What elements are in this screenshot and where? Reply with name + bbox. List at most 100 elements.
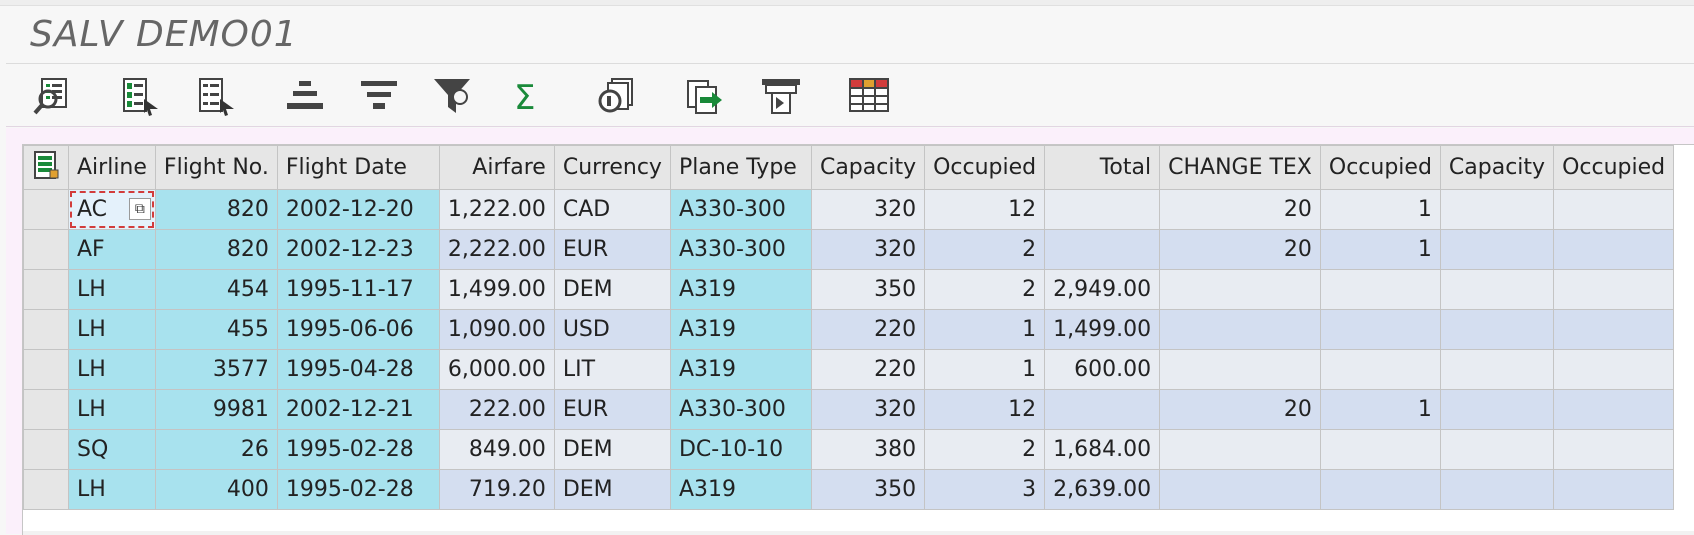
table-cell[interactable]: A330-300 (669, 229, 812, 270)
column-header-occupied-12[interactable]: Occupied (1553, 145, 1675, 190)
table-cell[interactable]: 320 (810, 189, 926, 230)
table-cell[interactable] (1553, 309, 1675, 350)
table-cell[interactable]: 1995-06-06 (276, 309, 440, 350)
table-cell[interactable] (1319, 469, 1441, 510)
table-cell[interactable] (1439, 189, 1555, 230)
print-preview-button[interactable] (596, 73, 642, 119)
filter-list-button[interactable] (356, 73, 402, 119)
table-cell[interactable]: 20 (1159, 189, 1321, 230)
table-cell[interactable]: 12 (924, 389, 1046, 430)
table-cell[interactable] (1319, 429, 1441, 470)
table-cell[interactable]: 1995-04-28 (276, 349, 440, 390)
sum-button[interactable]: Σ (504, 73, 550, 119)
table-cell[interactable]: CAD (553, 189, 671, 230)
table-cell[interactable]: LH (68, 269, 156, 310)
table-cell[interactable] (1553, 469, 1675, 510)
table-cell[interactable]: 222.00 (438, 389, 555, 430)
column-header-change-tex-9[interactable]: CHANGE TEX (1159, 145, 1321, 190)
column-header-flight-no-1[interactable]: Flight No. (154, 145, 278, 190)
table-cell[interactable] (1159, 469, 1321, 510)
table-row[interactable]: LH 9981 2002-12-21 222.00 EUR A330-300 320 12 20… (23, 389, 1675, 430)
row-selector[interactable] (23, 269, 69, 310)
table-row[interactable]: LH 3577 1995-04-28 6,000.00 LIT A319 220 1 600.0… (23, 349, 1675, 390)
table-cell[interactable]: EUR (553, 229, 671, 270)
table-cell[interactable]: 20 (1159, 229, 1321, 270)
table-cell[interactable]: 1,684.00 (1044, 429, 1161, 470)
table-cell[interactable]: 1 (1319, 189, 1441, 230)
row-selector[interactable] (23, 309, 69, 350)
row-selector[interactable] (23, 429, 69, 470)
details-button[interactable] (32, 73, 78, 119)
table-cell[interactable] (1553, 349, 1675, 390)
export-button[interactable] (682, 73, 728, 119)
sort-descending-button[interactable] (192, 73, 238, 119)
column-header-capacity-6[interactable]: Capacity (810, 145, 926, 190)
table-cell[interactable]: A319 (669, 349, 812, 390)
table-cell[interactable]: 12 (924, 189, 1046, 230)
table-cell[interactable]: 2,222.00 (438, 229, 555, 270)
table-cell[interactable]: DEM (553, 469, 671, 510)
table-cell[interactable]: 820 (154, 189, 278, 230)
table-cell[interactable] (1319, 269, 1441, 310)
table-cell[interactable]: 320 (810, 229, 926, 270)
filter-button[interactable] (430, 73, 476, 119)
table-cell[interactable]: 1995-11-17 (276, 269, 440, 310)
column-header-airline-0[interactable]: Airline (68, 145, 156, 190)
table-cell[interactable]: 20 (1159, 389, 1321, 430)
row-selector[interactable] (23, 469, 69, 510)
table-cell[interactable]: 1 (1319, 229, 1441, 270)
row-selector[interactable] (23, 389, 69, 430)
table-cell[interactable]: 1,222.00 (438, 189, 555, 230)
table-cell[interactable]: 2 (924, 269, 1046, 310)
table-cell[interactable] (1159, 349, 1321, 390)
table-cell[interactable]: 455 (154, 309, 278, 350)
table-cell[interactable]: LH (68, 469, 156, 510)
table-cell[interactable]: EUR (553, 389, 671, 430)
table-cell[interactable]: 719.20 (438, 469, 555, 510)
table-cell[interactable] (1553, 429, 1675, 470)
column-header-occupied-7[interactable]: Occupied (924, 145, 1046, 190)
table-cell[interactable] (1044, 389, 1161, 430)
table-cell[interactable] (1553, 389, 1675, 430)
row-selector[interactable] (23, 189, 69, 230)
table-cell[interactable]: 9981 (154, 389, 278, 430)
table-cell[interactable] (1439, 349, 1555, 390)
table-cell[interactable]: 1 (924, 309, 1046, 350)
table-cell[interactable]: DEM (553, 429, 671, 470)
table-cell[interactable]: 3 (924, 469, 1046, 510)
table-row[interactable]: LH 400 1995-02-28 719.20 DEM A319 350 3 2,639.00 (23, 469, 1675, 510)
table-cell[interactable] (1159, 429, 1321, 470)
table-cell[interactable] (1439, 469, 1555, 510)
table-cell[interactable]: 400 (154, 469, 278, 510)
column-header-plane-type-5[interactable]: Plane Type (669, 145, 812, 190)
table-row[interactable]: SQ 26 1995-02-28 849.00 DEM DC-10-10 380 2 1,684… (23, 429, 1675, 470)
table-cell[interactable]: SQ (68, 429, 156, 470)
table-cell[interactable]: LH (68, 309, 156, 350)
table-cell[interactable]: 320 (810, 389, 926, 430)
table-row[interactable]: AC ⧉ 820 2002-12-20 1,222.00 CAD A330-300 320 12… (23, 189, 1675, 230)
table-cell[interactable]: 1995-02-28 (276, 469, 440, 510)
select-all-cell[interactable] (23, 145, 69, 190)
table-cell[interactable]: LIT (553, 349, 671, 390)
table-cell[interactable]: A319 (669, 469, 812, 510)
table-cell[interactable]: 350 (810, 269, 926, 310)
table-cell[interactable]: LH (68, 349, 156, 390)
table-cell[interactable]: 820 (154, 229, 278, 270)
table-cell[interactable] (1439, 229, 1555, 270)
table-cell[interactable]: 6,000.00 (438, 349, 555, 390)
table-cell[interactable]: 1,090.00 (438, 309, 555, 350)
table-cell[interactable] (1319, 309, 1441, 350)
table-cell[interactable] (1044, 229, 1161, 270)
table-cell[interactable]: USD (553, 309, 671, 350)
table-cell[interactable]: 2,949.00 (1044, 269, 1161, 310)
table-cell[interactable]: 350 (810, 469, 926, 510)
table-cell[interactable]: 26 (154, 429, 278, 470)
table-cell[interactable] (1439, 389, 1555, 430)
table-cell[interactable] (1159, 309, 1321, 350)
value-help-icon[interactable]: ⧉ (128, 198, 151, 220)
table-row[interactable]: AF 820 2002-12-23 2,222.00 EUR A330-300 320 2 20… (23, 229, 1675, 270)
table-cell[interactable]: 1,499.00 (1044, 309, 1161, 350)
center-button[interactable] (282, 73, 328, 119)
table-cell[interactable]: 1995-02-28 (276, 429, 440, 470)
table-cell[interactable]: 600.00 (1044, 349, 1161, 390)
